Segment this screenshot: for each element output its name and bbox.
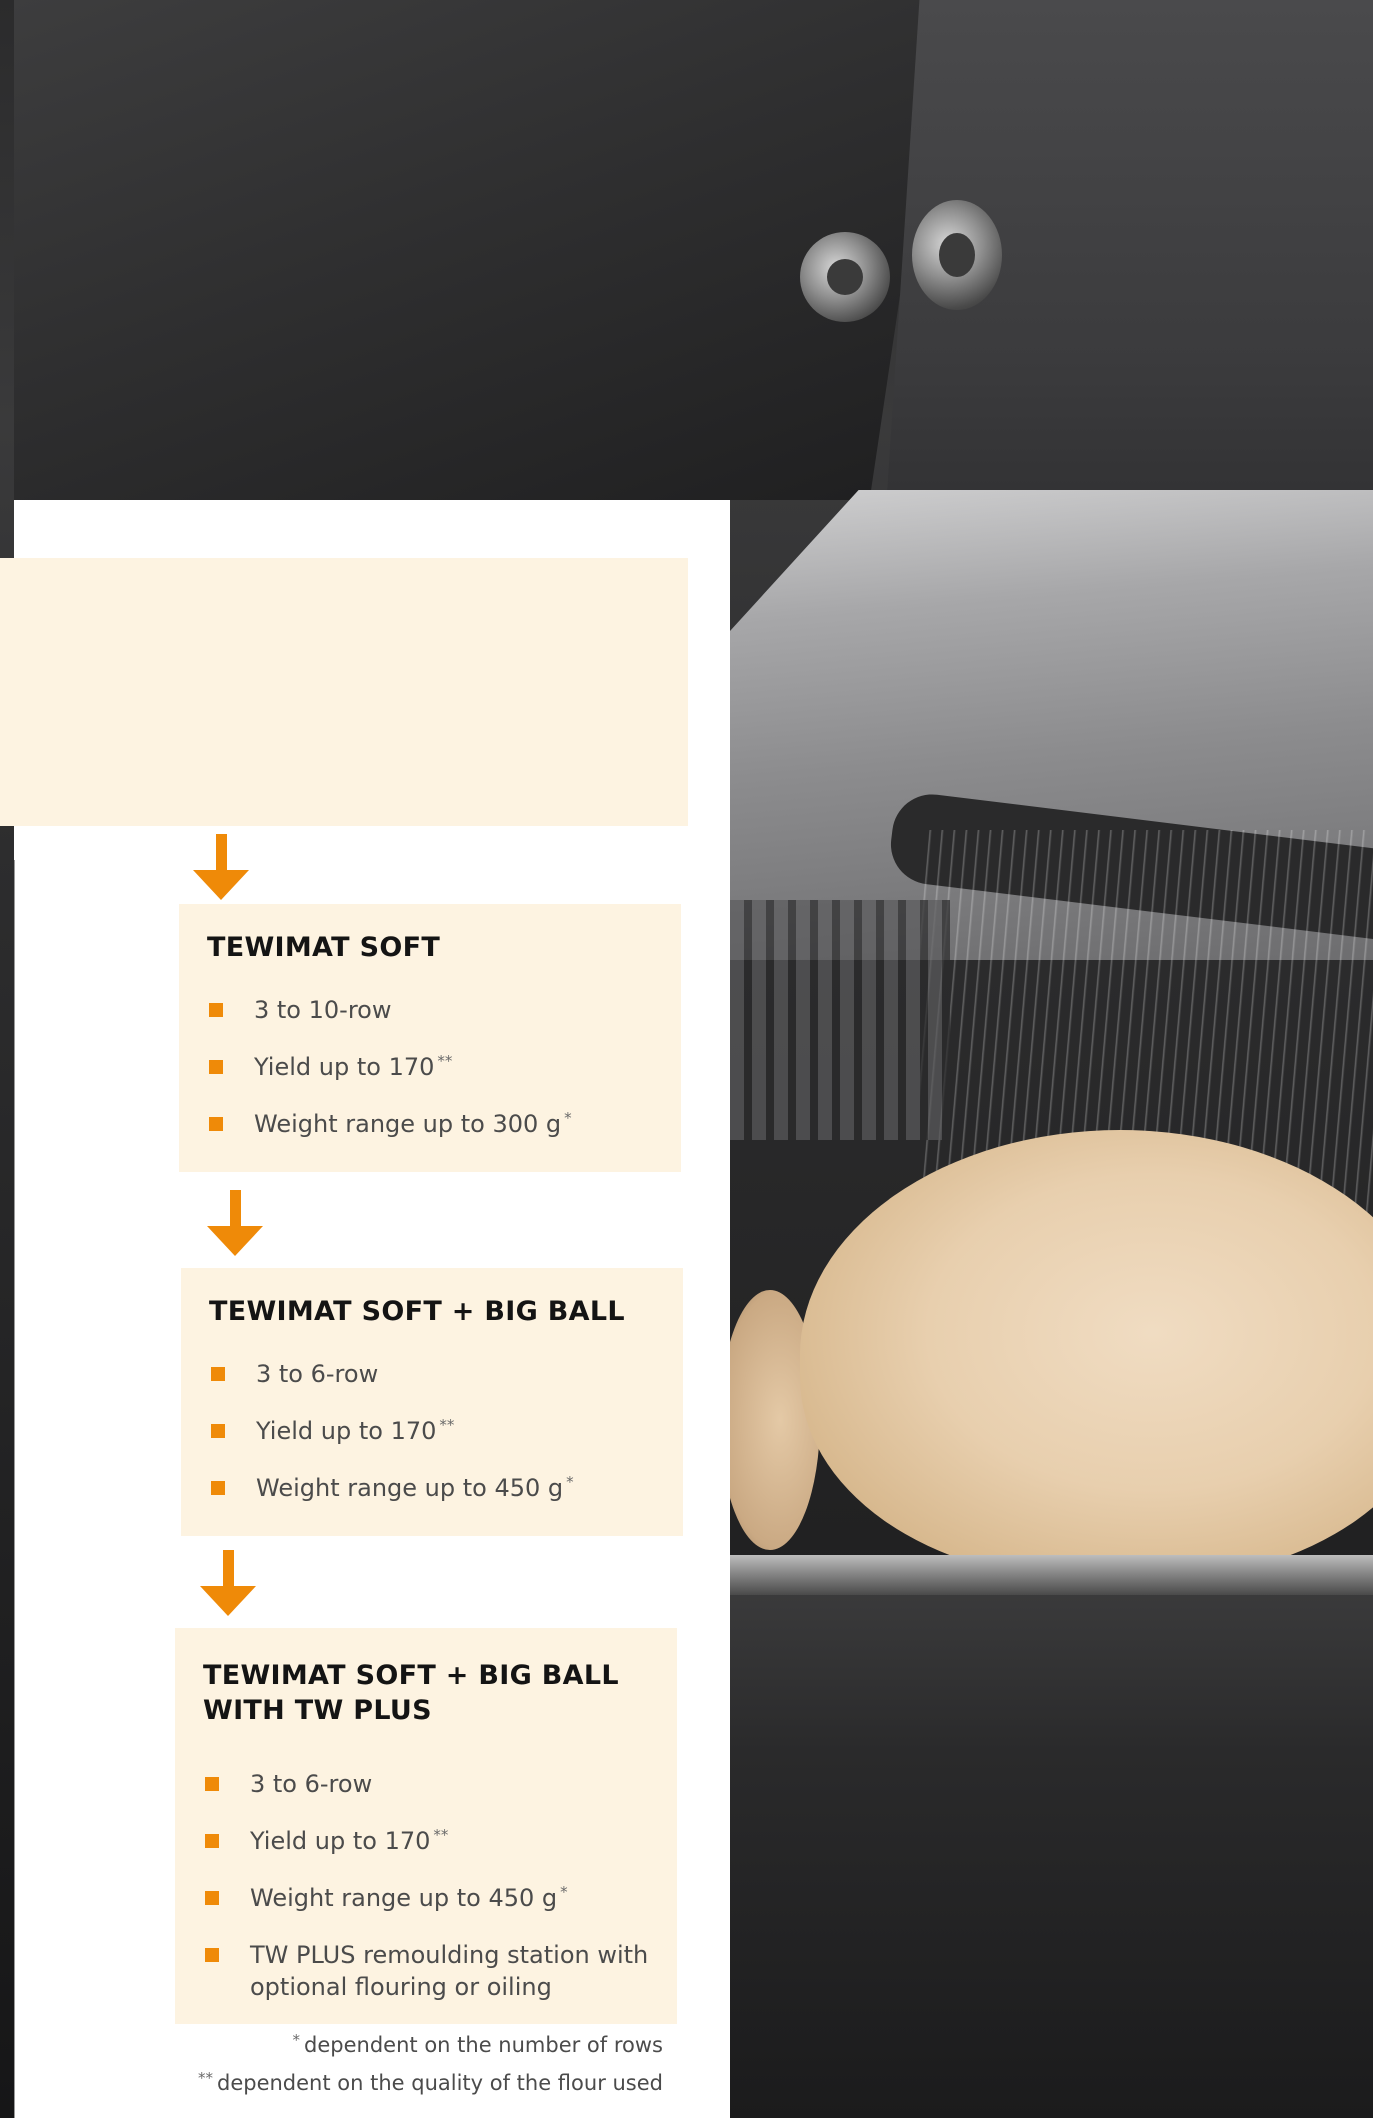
feature-text: Weight range up to 450 g bbox=[256, 1474, 564, 1502]
card-title: TEWIMAT SOFT + BIG BALL bbox=[209, 1294, 659, 1329]
feature-list: 3 to 6-row Yield up to 170 ** Weight rang… bbox=[209, 1358, 659, 1504]
product-card-tewimat-soft-big-ball: TEWIMAT SOFT + BIG BALL 3 to 6-row Yield… bbox=[181, 1268, 683, 1536]
footnote-marker: ** bbox=[437, 1052, 453, 1070]
feature-text: 3 to 6-row bbox=[256, 1360, 379, 1388]
footnote-marker: * bbox=[560, 1883, 568, 1901]
list-item: Weight range up to 300 g * bbox=[207, 1108, 657, 1140]
product-card-tewimat-soft-big-ball-tw-plus: TEWIMAT SOFT + BIG BALL WITH TW PLUS 3 t… bbox=[175, 1628, 677, 2024]
footnote-text: dependent on the quality of the flour us… bbox=[216, 2071, 663, 2095]
footnote-marker: ** bbox=[433, 1826, 449, 1844]
feature-text: 3 to 6-row bbox=[250, 1770, 373, 1798]
intro-box bbox=[0, 558, 688, 826]
machine-grate bbox=[730, 900, 950, 1140]
screw-icon bbox=[912, 200, 1002, 310]
footnote-marker: * bbox=[292, 2031, 301, 2049]
bullet-square-icon bbox=[205, 1834, 219, 1848]
arrow-down-icon bbox=[200, 1550, 256, 1616]
footnotes: * dependent on the number of rows ** depen… bbox=[103, 2026, 663, 2102]
bullet-square-icon bbox=[205, 1948, 219, 1962]
footnote: * dependent on the number of rows bbox=[103, 2026, 663, 2064]
list-item: TW PLUS remoulding station with optional… bbox=[203, 1939, 653, 2003]
list-item: 3 to 6-row bbox=[209, 1358, 659, 1390]
screw-icon bbox=[800, 232, 890, 322]
footnote: ** dependent on the quality of the flour … bbox=[103, 2064, 663, 2102]
conveyor-edge bbox=[730, 1555, 1373, 1595]
footnote-marker: * bbox=[566, 1473, 574, 1491]
feature-text: Yield up to 170 bbox=[250, 1827, 431, 1855]
bullet-square-icon bbox=[209, 1060, 223, 1074]
arrow-down-icon bbox=[193, 834, 249, 900]
bullet-square-icon bbox=[211, 1481, 225, 1495]
bullet-square-icon bbox=[209, 1117, 223, 1131]
bullet-square-icon bbox=[211, 1367, 225, 1381]
feature-text: Weight range up to 300 g bbox=[254, 1110, 562, 1138]
list-item: Yield up to 170 ** bbox=[203, 1825, 653, 1857]
list-item: 3 to 10-row bbox=[207, 994, 657, 1026]
list-item: Weight range up to 450 g * bbox=[203, 1882, 653, 1914]
dough-ball bbox=[800, 1130, 1373, 1580]
list-item: Weight range up to 450 g * bbox=[209, 1472, 659, 1504]
footnote-text: dependent on the number of rows bbox=[304, 2033, 663, 2057]
card-title: TEWIMAT SOFT + BIG BALL WITH TW PLUS bbox=[203, 1658, 653, 1728]
bullet-square-icon bbox=[211, 1424, 225, 1438]
feature-text: Yield up to 170 bbox=[254, 1053, 435, 1081]
card-title: TEWIMAT SOFT bbox=[207, 930, 657, 965]
list-item: 3 to 6-row bbox=[203, 1768, 653, 1800]
bullet-square-icon bbox=[205, 1777, 219, 1791]
list-item: Yield up to 170 ** bbox=[209, 1415, 659, 1447]
footnote-marker: ** bbox=[197, 2069, 213, 2087]
machine-base bbox=[730, 1595, 1373, 2118]
machine-housing-left bbox=[14, 0, 944, 500]
card-title-line: TEWIMAT SOFT + BIG BALL bbox=[209, 1296, 625, 1327]
feature-text: Weight range up to 450 g bbox=[250, 1884, 558, 1912]
page-edge-line bbox=[14, 860, 15, 2118]
feature-text: 3 to 10-row bbox=[254, 996, 392, 1024]
product-card-tewimat-soft: TEWIMAT SOFT 3 to 10-row Yield up to 170… bbox=[179, 904, 681, 1172]
card-title-line: TEWIMAT SOFT bbox=[207, 932, 441, 963]
feature-text: Yield up to 170 bbox=[256, 1417, 437, 1445]
footnote-marker: ** bbox=[439, 1416, 455, 1434]
card-title-line: TEWIMAT SOFT + BIG BALL bbox=[203, 1660, 619, 1691]
feature-list: 3 to 10-row Yield up to 170 ** Weight ran… bbox=[207, 994, 657, 1140]
bullet-square-icon bbox=[205, 1891, 219, 1905]
footnote-marker: * bbox=[564, 1109, 572, 1127]
list-item: Yield up to 170 ** bbox=[207, 1051, 657, 1083]
feature-text-line: TW PLUS remoulding station with bbox=[250, 1941, 649, 1969]
card-title-line: WITH TW PLUS bbox=[203, 1695, 432, 1726]
arrow-down-icon bbox=[207, 1190, 263, 1256]
bullet-square-icon bbox=[209, 1003, 223, 1017]
feature-text-line: optional flouring or oiling bbox=[250, 1973, 552, 2001]
feature-list: 3 to 6-row Yield up to 170 ** Weight rang… bbox=[203, 1768, 653, 2003]
